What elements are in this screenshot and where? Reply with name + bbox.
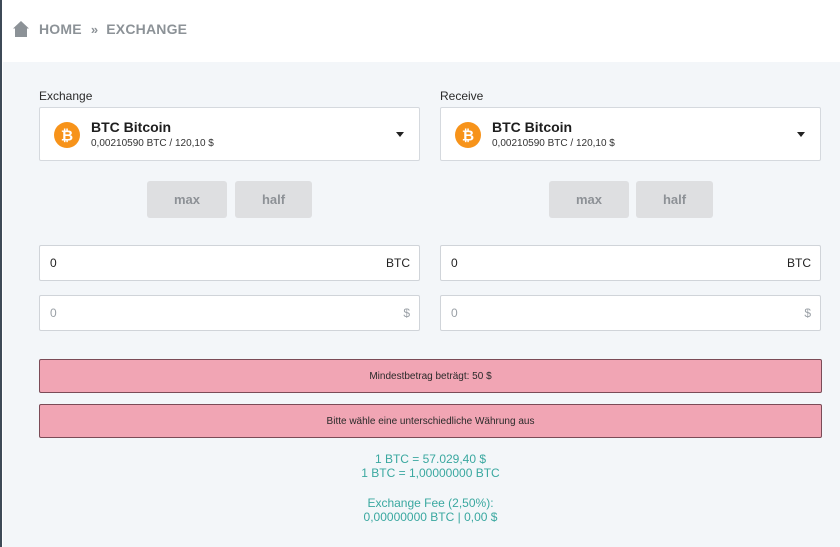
breadcrumb-current: EXCHANGE	[106, 21, 188, 37]
svg-text:₿: ₿	[462, 127, 474, 145]
exchange-max-button[interactable]: max	[147, 181, 227, 218]
rate-line-usd: 1 BTC = 57.029,40 $	[374, 452, 487, 466]
exchange-crypto-unit: BTC	[386, 256, 410, 270]
receive-half-button[interactable]: half	[636, 181, 713, 218]
bitcoin-icon: ₿	[455, 122, 481, 148]
exchange-coin-balance: 0,00210590 BTC / 120,10 $	[91, 138, 214, 149]
receive-max-button[interactable]: max	[549, 181, 629, 218]
fee-label: Exchange Fee (2,50%):	[367, 496, 494, 510]
exchange-panel: Exchange ₿ BTC Bitcoin 0,00210590 BTC / …	[3, 62, 840, 547]
receive-coin-balance: 0,00210590 BTC / 120,10 $	[492, 138, 615, 149]
receive-fiat-amount-value: 0	[451, 306, 458, 320]
exchange-fiat-unit: $	[403, 306, 410, 320]
exchange-label: Exchange	[39, 89, 93, 103]
breadcrumb-home[interactable]: HOME	[39, 21, 82, 37]
window-edge	[0, 0, 2, 547]
exchange-crypto-amount-value: 0	[50, 256, 57, 270]
home-icon[interactable]	[12, 20, 30, 38]
receive-crypto-amount-input[interactable]: 0 BTC	[440, 245, 821, 281]
different-currency-alert: Bitte wähle eine unterschiedliche Währun…	[39, 404, 822, 438]
rate-line-btc: 1 BTC = 1,00000000 BTC	[361, 466, 500, 480]
svg-text:₿: ₿	[61, 127, 73, 145]
receive-fiat-amount-input[interactable]: 0 $	[440, 295, 821, 331]
exchange-fiat-amount-value: 0	[50, 306, 57, 320]
bitcoin-icon: ₿	[54, 122, 80, 148]
exchange-fiat-amount-input[interactable]: 0 $	[39, 295, 420, 331]
exchange-currency-select[interactable]: ₿ BTC Bitcoin 0,00210590 BTC / 120,10 $	[39, 107, 420, 161]
receive-currency-select[interactable]: ₿ BTC Bitcoin 0,00210590 BTC / 120,10 $	[440, 107, 821, 161]
exchange-crypto-amount-input[interactable]: 0 BTC	[39, 245, 420, 281]
chevron-down-icon	[797, 132, 805, 137]
chevron-double-right-icon: »	[90, 21, 99, 37]
receive-label: Receive	[440, 89, 484, 103]
receive-fiat-unit: $	[804, 306, 811, 320]
exchange-coin-name: BTC Bitcoin	[91, 119, 172, 135]
receive-crypto-amount-value: 0	[451, 256, 458, 270]
receive-crypto-unit: BTC	[787, 256, 811, 270]
exchange-half-button[interactable]: half	[235, 181, 312, 218]
chevron-down-icon	[396, 132, 404, 137]
receive-coin-name: BTC Bitcoin	[492, 119, 573, 135]
min-amount-alert: Mindestbetrag beträgt: 50 $	[39, 359, 822, 393]
fee-value: 0,00000000 BTC | 0,00 $	[363, 510, 498, 524]
breadcrumb: HOME » EXCHANGE	[12, 19, 187, 39]
